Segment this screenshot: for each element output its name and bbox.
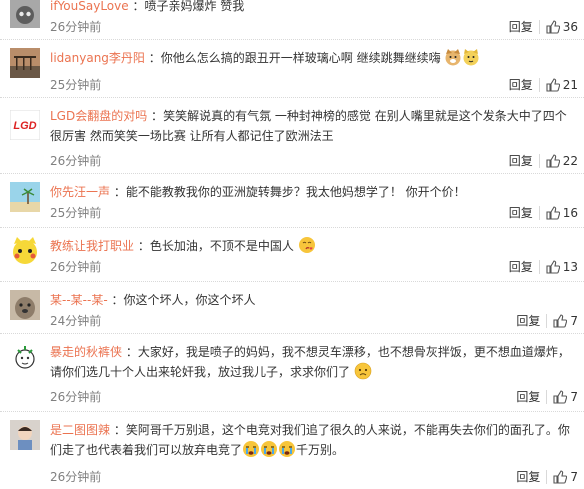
username[interactable]: 某--某--某-	[50, 293, 108, 307]
thumbs-up-icon	[546, 19, 560, 34]
crying-emoji-icon	[279, 441, 296, 457]
like-count: 7	[570, 313, 578, 328]
thumbs-up-icon	[546, 205, 560, 220]
comment-text: 能不能教教我你的亚洲旋转舞步？我太他妈想学了！ 你开个价！	[125, 185, 466, 199]
like-button[interactable]: 36	[546, 20, 578, 34]
like-button[interactable]: 7	[553, 314, 578, 328]
reply-button[interactable]: 回复	[509, 258, 533, 275]
like-count: 21	[562, 77, 578, 92]
timestamp: 26分钟前	[50, 154, 102, 168]
list-item: lidanyang李丹阳 ：你他么怎么搞的跟丑开一样玻璃心啊 继续跳舞继续嗨 2…	[0, 40, 584, 98]
timestamp: 25分钟前	[50, 78, 102, 92]
reply-button[interactable]: 回复	[516, 468, 540, 485]
timestamp: 26分钟前	[50, 20, 102, 34]
list-item: 教练让我打职业 ：色长加油，不顶不是中国人 26分钟前 回复 13	[0, 228, 584, 282]
cat-emoji-icon	[463, 49, 479, 66]
thumbs-up-icon	[553, 313, 568, 328]
list-item: LGD LGD会翻盘的对吗 ：笑笑解说真的有气氛 一种封神榜的感觉 在别人嘴里就…	[0, 98, 584, 174]
comment-text: 你他么怎么搞的跟丑开一样玻璃心啊 继续跳舞继续嗨	[160, 51, 441, 65]
timestamp: 25分钟前	[50, 206, 102, 220]
like-button[interactable]: 22	[546, 154, 578, 168]
comment-list: ifYouSayLove ：喷子亲妈爆炸 赞我 26分钟前 回复 36 lida…	[0, 0, 584, 489]
list-item: 你先汪一声 ：能不能教教我你的亚洲旋转舞步？我太他妈想学了！ 你开个价！ 25分…	[0, 174, 584, 228]
comment-text-tail: 千万别。	[296, 443, 345, 457]
username[interactable]: ifYouSayLove	[50, 0, 129, 13]
timestamp: 24分钟前	[50, 314, 102, 328]
like-button[interactable]: 16	[546, 206, 578, 220]
thumbs-up-icon	[553, 469, 568, 484]
timestamp: 26分钟前	[50, 470, 102, 484]
list-item: 暴走的秋裤侠 ：大家好，我是喷子的妈妈，我不想灵车漂移，也不想骨灰拌饭，更不想血…	[0, 334, 584, 412]
like-button[interactable]: 13	[546, 260, 578, 274]
avatar[interactable]	[10, 290, 40, 320]
svg-text:LGD: LGD	[13, 120, 36, 132]
avatar[interactable]	[10, 0, 40, 28]
like-count: 22	[562, 153, 578, 168]
username[interactable]: 你先汪一声	[50, 185, 110, 199]
username[interactable]: lidanyang李丹阳	[50, 51, 145, 65]
thumbs-up-icon	[553, 389, 568, 404]
avatar[interactable]	[10, 48, 40, 78]
comment-text: 色长加油，不顶不是中国人	[149, 239, 294, 253]
list-item: 是二图图辣 ：笑阿哥千万别退，这个电竞对我们追了很久的人来说，不能再失去你们的面…	[0, 412, 584, 489]
crying-emoji-icon	[243, 441, 260, 457]
avatar[interactable]	[10, 182, 40, 212]
like-button[interactable]: 7	[553, 390, 578, 404]
like-count: 36	[562, 19, 578, 34]
username[interactable]: 教练让我打职业	[50, 239, 134, 253]
kiss-emoji-icon	[298, 237, 315, 253]
sad-emoji-icon	[354, 362, 372, 380]
like-count: 7	[570, 389, 578, 404]
reply-button[interactable]: 回复	[509, 76, 533, 93]
avatar[interactable]	[10, 342, 40, 372]
thumbs-up-icon	[546, 153, 560, 168]
list-item: 某--某--某- ：你这个坏人，你这个坏人 24分钟前 回复 7	[0, 282, 584, 334]
timestamp: 26分钟前	[50, 260, 102, 274]
username[interactable]: 暴走的秋裤侠	[50, 345, 122, 359]
reply-button[interactable]: 回复	[509, 204, 533, 221]
reply-button[interactable]: 回复	[516, 312, 540, 329]
like-button[interactable]: 7	[553, 470, 578, 484]
avatar[interactable]	[10, 236, 40, 266]
thumbs-up-icon	[546, 259, 560, 274]
username[interactable]: 是二图图辣	[50, 423, 110, 437]
like-count: 16	[562, 205, 578, 220]
timestamp: 26分钟前	[50, 390, 102, 404]
avatar[interactable]	[10, 420, 40, 450]
avatar[interactable]: LGD	[10, 110, 40, 140]
reply-button[interactable]: 回复	[516, 388, 540, 405]
thumbs-up-icon	[546, 77, 560, 92]
doge-emoji-icon	[445, 49, 461, 66]
like-count: 13	[562, 259, 578, 274]
reply-button[interactable]: 回复	[509, 152, 533, 169]
like-button[interactable]: 21	[546, 78, 578, 92]
comment-text: 喷子亲妈爆炸 赞我	[144, 0, 245, 13]
reply-button[interactable]: 回复	[509, 18, 533, 35]
like-count: 7	[570, 469, 578, 484]
username[interactable]: LGD会翻盘的对吗	[50, 109, 147, 123]
comment-text: 你这个坏人，你这个坏人	[123, 293, 256, 307]
list-item: ifYouSayLove ：喷子亲妈爆炸 赞我 26分钟前 回复 36	[0, 0, 584, 40]
crying-emoji-icon	[261, 441, 278, 457]
